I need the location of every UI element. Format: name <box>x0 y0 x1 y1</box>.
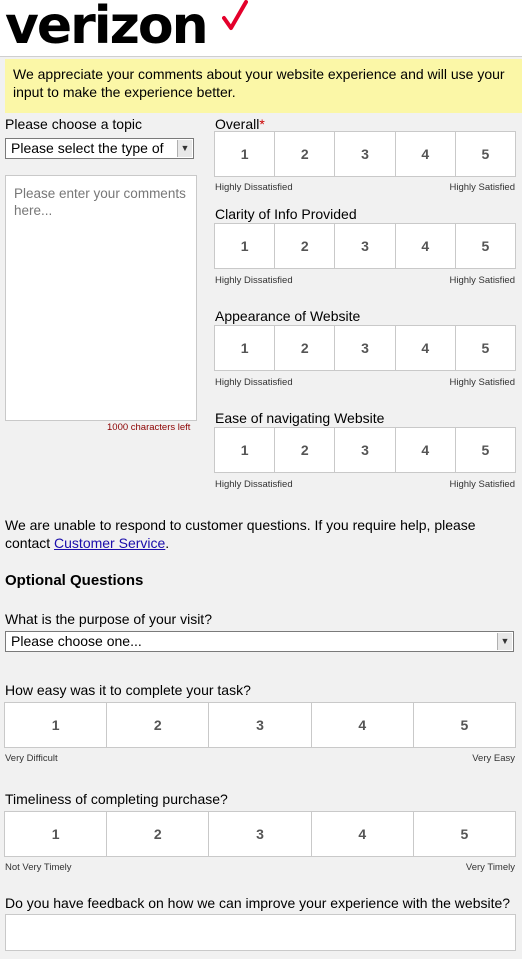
clarity-scale: 1 2 3 4 5 <box>214 223 516 269</box>
appearance-rating-2[interactable]: 2 <box>275 326 336 370</box>
ease-rating-5[interactable]: 5 <box>414 703 515 747</box>
navigation-high-label: Highly Satisfied <box>449 479 515 490</box>
clarity-low-label: Highly Dissatisfied <box>215 275 293 286</box>
overall-label: Overall* <box>215 116 265 132</box>
navigation-label: Ease of navigating Website <box>215 410 385 426</box>
timeliness-label: Timeliness of completing purchase? <box>5 791 228 807</box>
overall-rating-1[interactable]: 1 <box>215 132 276 176</box>
ease-rating-1[interactable]: 1 <box>5 703 108 747</box>
overall-rating-4[interactable]: 4 <box>396 132 456 176</box>
ease-scale: 1 2 3 4 5 <box>4 702 516 748</box>
topic-select-value: Please select the type of <box>11 140 164 156</box>
purpose-label: What is the purpose of your visit? <box>5 611 212 627</box>
timeliness-rating-4[interactable]: 4 <box>312 812 414 856</box>
clarity-rating-2[interactable]: 2 <box>275 224 336 268</box>
topic-select[interactable]: Please select the type of ▼ <box>5 138 194 159</box>
clarity-high-label: Highly Satisfied <box>449 275 515 286</box>
chevron-down-icon: ▼ <box>177 140 192 157</box>
timeliness-rating-1[interactable]: 1 <box>5 812 108 856</box>
appearance-scale: 1 2 3 4 5 <box>214 325 516 371</box>
appearance-label: Appearance of Website <box>215 308 361 324</box>
purpose-select[interactable]: Please choose one... ▼ <box>5 631 514 652</box>
ease-high-label: Very Easy <box>472 753 515 764</box>
topic-label: Please choose a topic <box>5 116 142 132</box>
overall-high-label: Highly Satisfied <box>449 182 515 193</box>
overall-low-label: Highly Dissatisfied <box>215 182 293 193</box>
appearance-rating-1[interactable]: 1 <box>215 326 276 370</box>
appearance-rating-5[interactable]: 5 <box>456 326 515 370</box>
appearance-rating-4[interactable]: 4 <box>396 326 456 370</box>
comments-placeholder: Please enter your comments here... <box>14 186 186 218</box>
ease-rating-3[interactable]: 3 <box>209 703 312 747</box>
navigation-rating-3[interactable]: 3 <box>335 428 396 472</box>
navigation-scale: 1 2 3 4 5 <box>214 427 516 473</box>
customer-service-link[interactable]: Customer Service <box>54 535 165 551</box>
timeliness-rating-2[interactable]: 2 <box>107 812 210 856</box>
clarity-rating-3[interactable]: 3 <box>335 224 396 268</box>
timeliness-low-label: Not Very Timely <box>5 862 72 873</box>
ease-low-label: Very Difficult <box>5 753 58 764</box>
optional-questions-heading: Optional Questions <box>5 572 144 589</box>
characters-left: 1000 characters left <box>107 422 191 433</box>
appearance-high-label: Highly Satisfied <box>449 377 515 388</box>
navigation-rating-5[interactable]: 5 <box>456 428 515 472</box>
navigation-low-label: Highly Dissatisfied <box>215 479 293 490</box>
clarity-rating-4[interactable]: 4 <box>396 224 456 268</box>
customer-service-notice: We are unable to respond to customer que… <box>5 517 476 551</box>
notice-banner: We appreciate your comments about your w… <box>5 59 522 113</box>
timeliness-high-label: Very Timely <box>465 862 515 873</box>
overall-scale: 1 2 3 4 5 <box>214 131 516 177</box>
clarity-rating-1[interactable]: 1 <box>215 224 276 268</box>
timeliness-rating-5[interactable]: 5 <box>414 812 515 856</box>
ease-rating-2[interactable]: 2 <box>107 703 210 747</box>
overall-rating-3[interactable]: 3 <box>335 132 396 176</box>
comments-textarea[interactable]: Please enter your comments here... <box>5 175 197 421</box>
clarity-rating-5[interactable]: 5 <box>456 224 515 268</box>
overall-rating-2[interactable]: 2 <box>275 132 336 176</box>
timeliness-rating-3[interactable]: 3 <box>209 812 312 856</box>
appearance-rating-3[interactable]: 3 <box>335 326 396 370</box>
chevron-down-icon: ▼ <box>497 633 512 650</box>
feedback-label: Do you have feedback on how we can impro… <box>5 895 511 911</box>
navigation-rating-4[interactable]: 4 <box>396 428 456 472</box>
appearance-low-label: Highly Dissatisfied <box>215 377 293 388</box>
feedback-input[interactable] <box>5 914 516 951</box>
ease-label: How easy was it to complete your task? <box>5 682 251 698</box>
verizon-logo: verizon <box>5 0 209 56</box>
purpose-select-value: Please choose one... <box>11 633 142 649</box>
overall-rating-5[interactable]: 5 <box>456 132 515 176</box>
ease-rating-4[interactable]: 4 <box>312 703 414 747</box>
required-asterisk: * <box>259 116 265 132</box>
clarity-label: Clarity of Info Provided <box>215 206 357 222</box>
checkmark-logo-icon <box>222 0 248 30</box>
header: verizon <box>0 0 522 57</box>
navigation-rating-2[interactable]: 2 <box>275 428 336 472</box>
navigation-rating-1[interactable]: 1 <box>215 428 276 472</box>
timeliness-scale: 1 2 3 4 5 <box>4 811 516 857</box>
